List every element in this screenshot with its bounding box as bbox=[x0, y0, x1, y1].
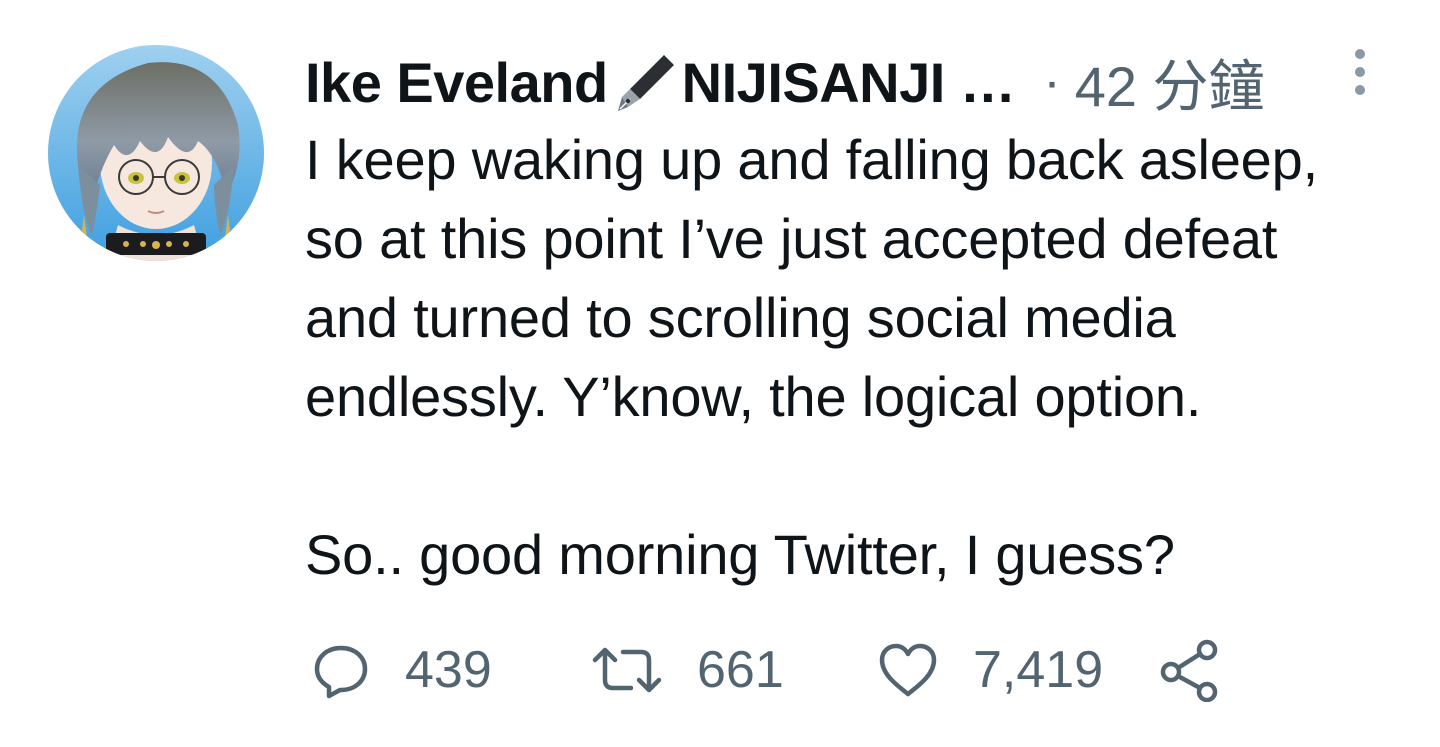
author-display-name[interactable]: Ike Eveland bbox=[305, 50, 608, 115]
retweet-button[interactable]: 661 bbox=[591, 632, 784, 708]
tweet[interactable]: Ike Eveland NIJISANJI … · 42 分鐘 I keep w… bbox=[0, 0, 1440, 747]
share-icon bbox=[1157, 638, 1221, 702]
tweet-text-line: so at this point I’ve just accepted defe… bbox=[305, 207, 1278, 270]
reply-icon bbox=[311, 640, 371, 700]
avatar-image bbox=[48, 45, 264, 261]
like-button[interactable]: 7,419 bbox=[877, 632, 1103, 708]
tweet-text-line: and turned to scrolling social media bbox=[305, 286, 1176, 349]
more-options-icon[interactable] bbox=[1345, 46, 1375, 98]
avatar[interactable] bbox=[48, 45, 264, 261]
tweet-text-line: endlessly. Y’know, the logical option. bbox=[305, 365, 1202, 428]
tweet-text-line: I keep waking up and falling back asleep… bbox=[305, 128, 1318, 191]
retweet-icon bbox=[591, 640, 663, 700]
tweet-timestamp[interactable]: 42 分鐘 bbox=[1075, 42, 1265, 123]
paragraph-break bbox=[305, 436, 1415, 515]
tweet-header: Ike Eveland NIJISANJI … · 42 分鐘 bbox=[305, 42, 1265, 122]
retweet-count: 661 bbox=[697, 641, 784, 699]
tweet-text-line: So.. good morning Twitter, I guess? bbox=[305, 523, 1175, 586]
reply-button[interactable]: 439 bbox=[311, 632, 492, 708]
header-separator: · bbox=[1043, 53, 1061, 111]
tweet-action-bar: 439 661 7,419 bbox=[305, 632, 1405, 708]
reply-count: 439 bbox=[405, 641, 492, 699]
heart-icon bbox=[877, 640, 939, 700]
like-count: 7,419 bbox=[973, 641, 1104, 699]
tweet-text: I keep waking up and falling back asleep… bbox=[305, 120, 1415, 594]
share-button[interactable] bbox=[1157, 632, 1221, 708]
author-name-suffix[interactable]: NIJISANJI … bbox=[682, 50, 1016, 115]
fountain-pen-icon bbox=[610, 47, 680, 117]
